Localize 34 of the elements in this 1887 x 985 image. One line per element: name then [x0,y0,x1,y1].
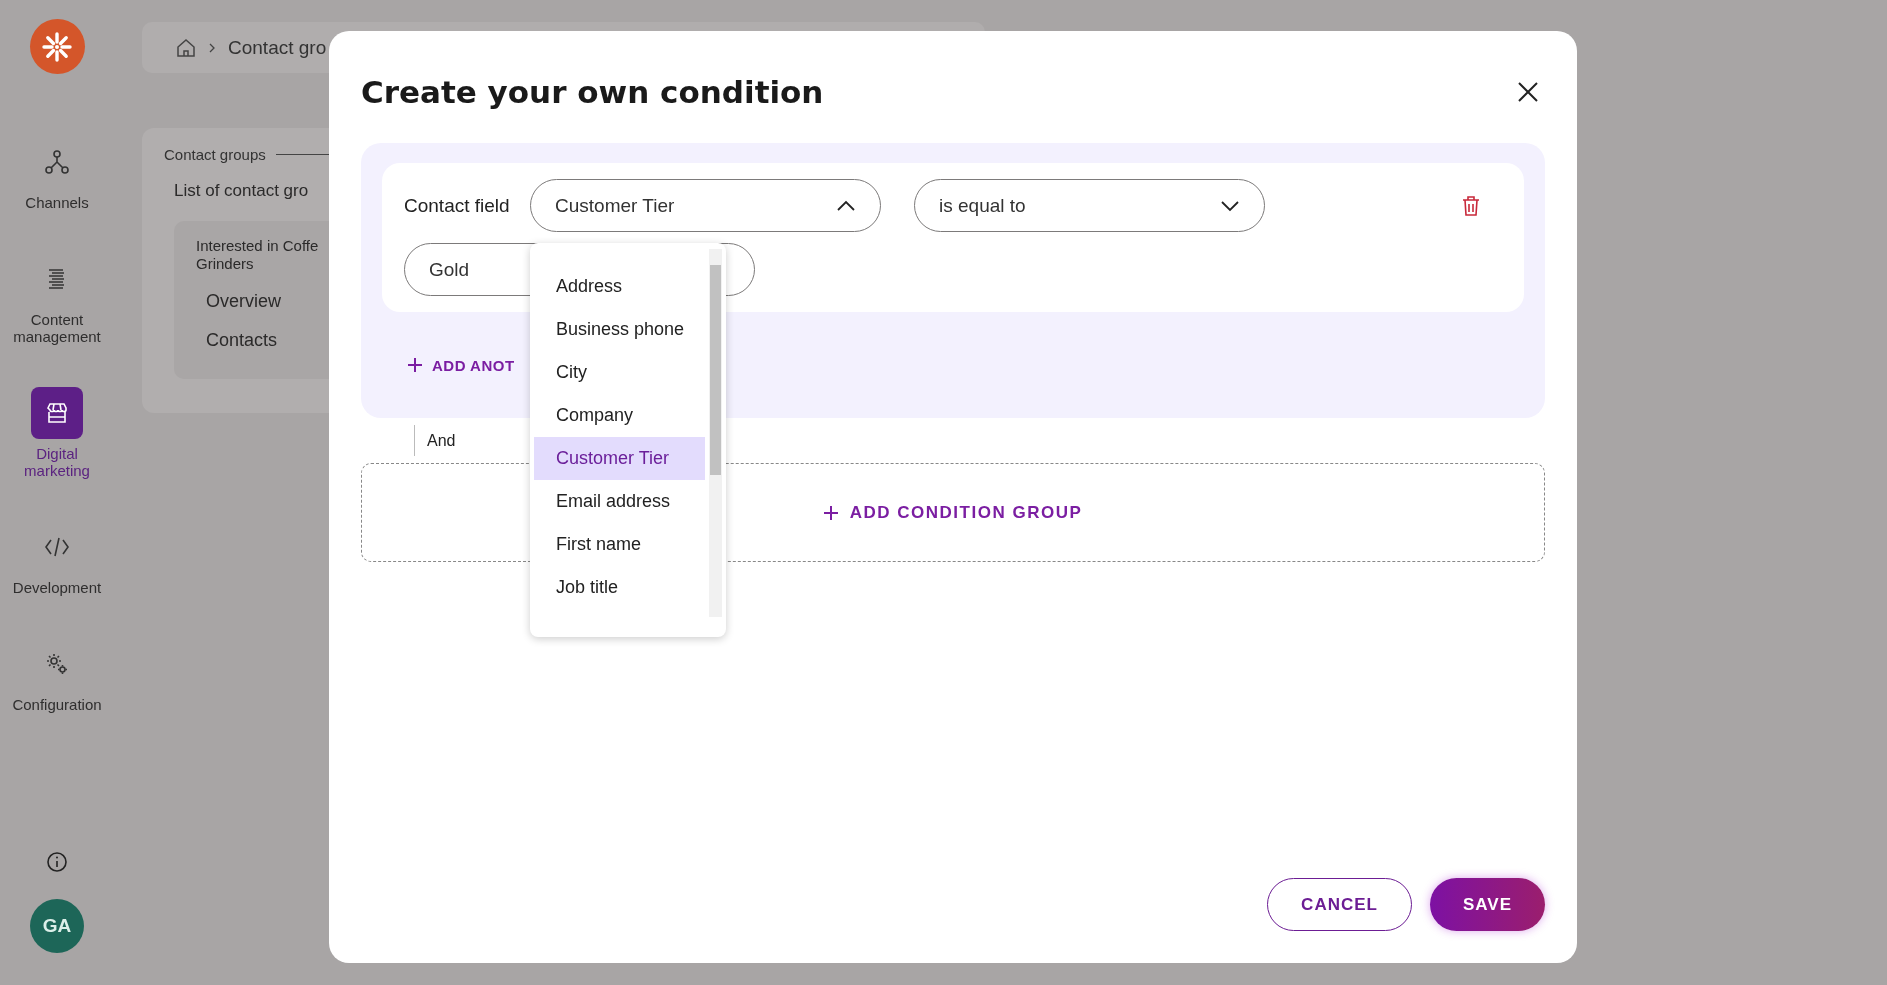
plus-icon [408,358,422,372]
add-condition-button[interactable]: ADD ANOT [408,356,515,374]
section-label: Contact groups [164,146,266,163]
user-avatar[interactable]: GA [30,899,84,953]
network-icon [43,148,71,176]
sidebar-item[interactable]: Configuration [12,638,102,713]
sidebar-item[interactable]: Channels [25,136,89,211]
sidebar-item[interactable]: Development [12,521,102,596]
dialog-title: Create your own condition [361,74,824,110]
page-heading: List of contact gro [174,181,309,201]
group-name: Interested in Coffe Grinders [196,237,319,273]
chevron-icon [208,42,216,53]
scrollbar[interactable] [709,249,722,617]
add-group-button[interactable]: ADD CONDITION GROUP [823,502,1083,523]
chevron-icon [836,199,856,212]
connector-label: And [427,431,456,450]
sidebar-item[interactable]: Digital marketing [24,387,90,479]
cancel-button[interactable]: CANCEL [1267,878,1412,931]
save-button[interactable]: SAVE [1429,878,1545,931]
operator-select[interactable]: is equal to [914,179,1265,232]
info-icon[interactable] [46,851,68,873]
plus-icon [823,505,838,520]
group-nav-link[interactable]: Contacts [206,330,278,351]
trash-icon[interactable] [1462,194,1480,217]
dropdown-option[interactable]: Customer Tier [534,437,705,480]
field-label: Contact field [404,194,511,217]
home-icon[interactable] [176,37,196,58]
group-nav-link[interactable]: Overview [206,291,281,312]
sidebar-item[interactable]: Content management [13,253,101,345]
chevron-icon [1220,199,1240,212]
field-select[interactable]: Customer Tier [530,179,881,232]
breadcrumb-link[interactable]: Contact gro [228,36,327,59]
close-icon[interactable] [1517,81,1539,103]
logo-icon[interactable] [29,19,85,74]
